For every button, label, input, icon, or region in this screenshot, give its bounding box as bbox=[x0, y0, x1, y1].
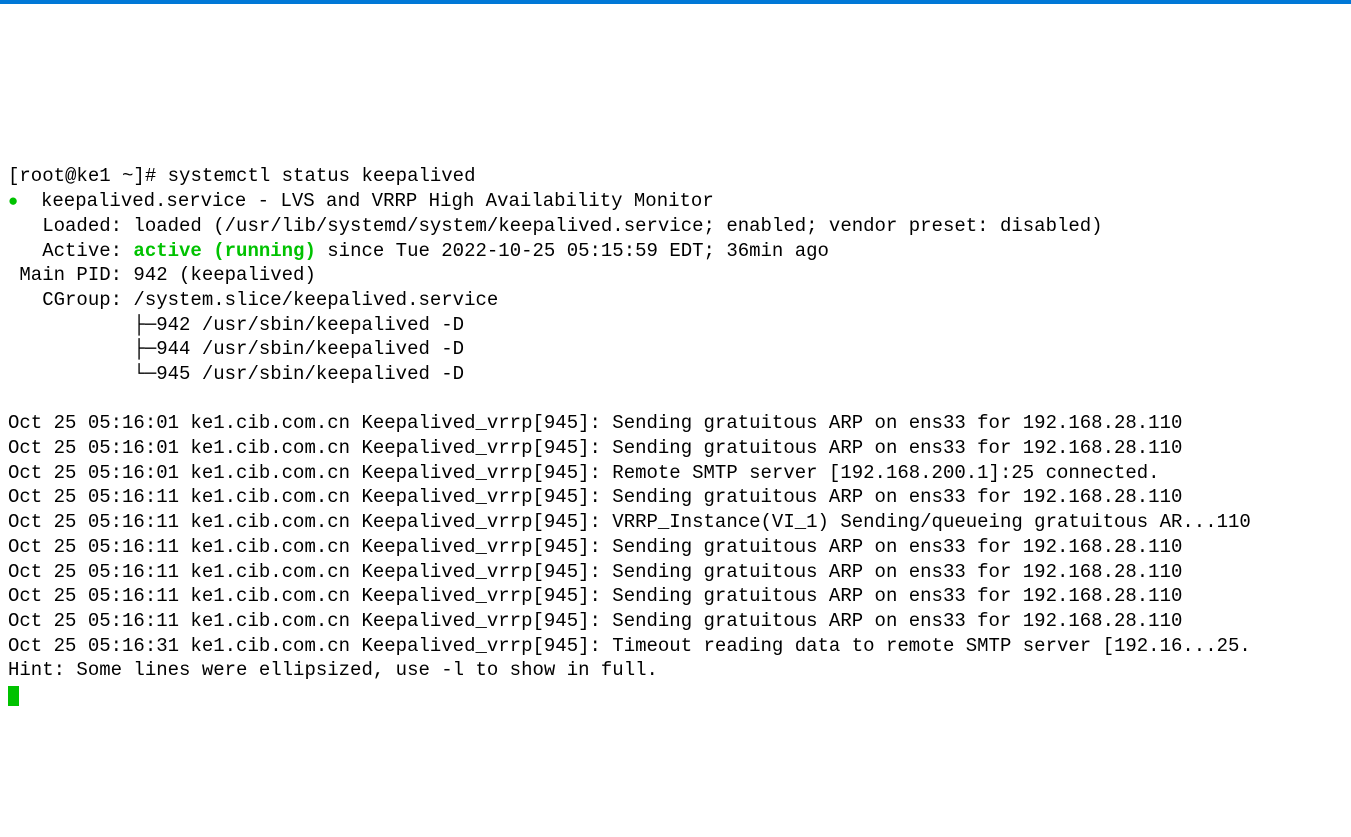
log-line: Oct 25 05:16:11 ke1.cib.com.cn Keepalive… bbox=[8, 511, 1251, 533]
cursor-icon bbox=[8, 686, 19, 706]
process-2: 944 /usr/sbin/keepalived -D bbox=[156, 338, 464, 360]
log-line: Oct 25 05:16:11 ke1.cib.com.cn Keepalive… bbox=[8, 561, 1182, 583]
log-line: Oct 25 05:16:11 ke1.cib.com.cn Keepalive… bbox=[8, 585, 1182, 607]
service-line: keepalived.service - LVS and VRRP High A… bbox=[18, 190, 714, 212]
main-pid-line: Main PID: 942 (keepalived) bbox=[8, 264, 316, 286]
log-line: Oct 25 05:16:01 ke1.cib.com.cn Keepalive… bbox=[8, 437, 1182, 459]
prompt: [root@ke1 ~]# bbox=[8, 165, 168, 187]
active-prefix: Active: bbox=[8, 240, 133, 262]
terminal-output[interactable]: [root@ke1 ~]# systemctl status keepalive… bbox=[8, 164, 1343, 708]
active-suffix: since Tue 2022-10-25 05:15:59 EDT; 36min… bbox=[316, 240, 829, 262]
log-line: Oct 25 05:16:01 ke1.cib.com.cn Keepalive… bbox=[8, 462, 1160, 484]
log-line: Oct 25 05:16:11 ke1.cib.com.cn Keepalive… bbox=[8, 610, 1182, 632]
log-line: Oct 25 05:16:11 ke1.cib.com.cn Keepalive… bbox=[8, 486, 1182, 508]
process-1: 942 /usr/sbin/keepalived -D bbox=[156, 314, 464, 336]
log-line: Oct 25 05:16:01 ke1.cib.com.cn Keepalive… bbox=[8, 412, 1182, 434]
loaded-line: Loaded: loaded (/usr/lib/systemd/system/… bbox=[8, 215, 1103, 237]
status-bullet-icon: ● bbox=[8, 193, 18, 212]
tree-branch-icon: ├─ bbox=[8, 314, 156, 336]
process-3: 945 /usr/sbin/keepalived -D bbox=[156, 363, 464, 385]
tree-end-icon: └─ bbox=[8, 363, 156, 385]
cgroup-line: CGroup: /system.slice/keepalived.service bbox=[8, 289, 498, 311]
log-line: Oct 25 05:16:31 ke1.cib.com.cn Keepalive… bbox=[8, 635, 1251, 657]
hint-line: Hint: Some lines were ellipsized, use -l… bbox=[8, 659, 658, 681]
command-text: systemctl status keepalived bbox=[168, 165, 476, 187]
active-state: active (running) bbox=[133, 240, 315, 262]
tree-branch-icon: ├─ bbox=[8, 338, 156, 360]
